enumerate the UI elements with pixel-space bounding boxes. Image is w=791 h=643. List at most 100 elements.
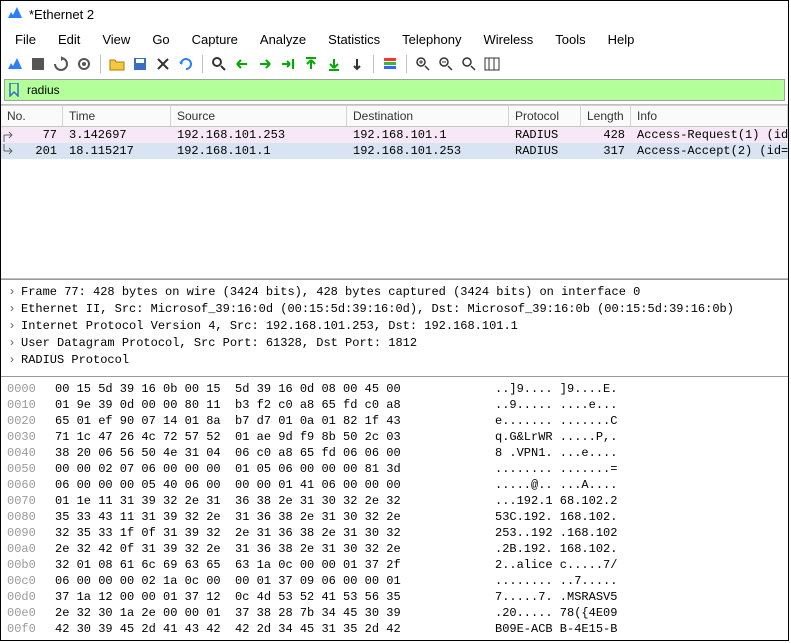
hex-ascii: e....... .......C	[485, 413, 617, 429]
menu-edit[interactable]: Edit	[48, 30, 90, 49]
packet-list-header: No. Time Source Destination Protocol Len…	[1, 105, 788, 127]
hex-row: 000000 15 5d 39 16 0b 00 15 5d 39 16 0d …	[7, 381, 782, 397]
go-first-icon[interactable]	[301, 54, 321, 74]
related-packet-icon	[1, 143, 15, 159]
column-header-source[interactable]: Source	[171, 106, 347, 126]
display-filter-input[interactable]	[23, 82, 784, 98]
hex-offset: 0030	[7, 429, 55, 445]
hex-row: 00c006 00 00 00 02 1a 0c 00 00 01 37 09 …	[7, 573, 782, 589]
menu-telephony[interactable]: Telephony	[392, 30, 471, 49]
reload-file-icon[interactable]	[176, 54, 196, 74]
zoom-out-icon[interactable]	[436, 54, 456, 74]
cell-len: 428	[581, 127, 631, 143]
hex-row: 00a02e 32 42 0f 31 39 32 2e 31 36 38 2e …	[7, 541, 782, 557]
detail-row[interactable]: › Frame 77: 428 bytes on wire (3424 bits…	[7, 284, 782, 301]
start-capture-icon[interactable]	[5, 54, 25, 74]
hex-row: 005000 00 02 07 06 00 00 00 01 05 06 00 …	[7, 461, 782, 477]
hex-ascii: B09E-ACB B-4E15-B	[485, 621, 617, 637]
menu-tools[interactable]: Tools	[545, 30, 595, 49]
save-file-icon[interactable]	[130, 54, 150, 74]
packet-details[interactable]: › Frame 77: 428 bytes on wire (3424 bits…	[1, 279, 788, 377]
cell-time: 3.142697	[63, 127, 171, 143]
capture-options-icon[interactable]	[74, 54, 94, 74]
hex-ascii: q.G&LrWR .....P,.	[485, 429, 617, 445]
hex-bytes: 2e 32 30 1a 2e 00 00 01 37 38 28 7b 34 4…	[55, 605, 485, 621]
hex-ascii: 53C.192. 168.102.	[485, 509, 617, 525]
hex-offset: 0080	[7, 509, 55, 525]
menubar: File Edit View Go Capture Analyze Statis…	[1, 27, 788, 51]
packet-row[interactable]: 201 18.115217 192.168.101.1 192.168.101.…	[1, 143, 788, 159]
hex-offset: 00b0	[7, 557, 55, 573]
hex-bytes: 2e 32 42 0f 31 39 32 2e 31 36 38 2e 31 3…	[55, 541, 485, 557]
open-file-icon[interactable]	[107, 54, 127, 74]
cell-dst: 192.168.101.1	[347, 127, 509, 143]
go-last-icon[interactable]	[324, 54, 344, 74]
colorize-icon[interactable]	[380, 54, 400, 74]
menu-statistics[interactable]: Statistics	[318, 30, 390, 49]
find-packet-icon[interactable]	[209, 54, 229, 74]
menu-file[interactable]: File	[5, 30, 46, 49]
auto-scroll-icon[interactable]	[347, 54, 367, 74]
hex-offset: 0060	[7, 477, 55, 493]
hex-bytes: 00 00 02 07 06 00 00 00 01 05 06 00 00 0…	[55, 461, 485, 477]
hex-bytes: 35 33 43 11 31 39 32 2e 31 36 38 2e 31 3…	[55, 509, 485, 525]
go-next-icon[interactable]	[255, 54, 275, 74]
menu-go[interactable]: Go	[142, 30, 179, 49]
hex-offset: 0040	[7, 445, 55, 461]
menu-analyze[interactable]: Analyze	[250, 30, 316, 49]
hex-bytes: 06 00 00 00 05 40 06 00 00 00 01 41 06 0…	[55, 477, 485, 493]
hex-bytes: 06 00 00 00 02 1a 0c 00 00 01 37 09 06 0…	[55, 573, 485, 589]
menu-help[interactable]: Help	[598, 30, 645, 49]
column-header-dest[interactable]: Destination	[347, 106, 509, 126]
cell-time: 18.115217	[63, 143, 171, 159]
hex-row: 009032 35 33 1f 0f 31 39 32 2e 31 36 38 …	[7, 525, 782, 541]
detail-text: Ethernet II, Src: Microsof_39:16:0d (00:…	[21, 301, 734, 318]
titlebar: *Ethernet 2	[1, 1, 788, 27]
stop-capture-icon[interactable]	[28, 54, 48, 74]
hex-offset: 0050	[7, 461, 55, 477]
detail-row[interactable]: › Ethernet II, Src: Microsof_39:16:0d (0…	[7, 301, 782, 318]
wireshark-icon	[7, 5, 23, 24]
go-previous-icon[interactable]	[232, 54, 252, 74]
column-header-time[interactable]: Time	[63, 106, 171, 126]
hex-ascii: 253..192 .168.102	[485, 525, 617, 541]
cell-proto: RADIUS	[509, 127, 581, 143]
go-to-packet-icon[interactable]	[278, 54, 298, 74]
hex-bytes: 00 15 5d 39 16 0b 00 15 5d 39 16 0d 08 0…	[55, 381, 485, 397]
zoom-reset-icon[interactable]	[459, 54, 479, 74]
related-packet-icon	[1, 127, 15, 143]
detail-row[interactable]: › Internet Protocol Version 4, Src: 192.…	[7, 318, 782, 335]
detail-text: Frame 77: 428 bytes on wire (3424 bits),…	[21, 284, 640, 301]
menu-capture[interactable]: Capture	[182, 30, 248, 49]
close-file-icon[interactable]	[153, 54, 173, 74]
column-header-no[interactable]: No.	[1, 106, 63, 126]
zoom-in-icon[interactable]	[413, 54, 433, 74]
restart-capture-icon[interactable]	[51, 54, 71, 74]
column-header-info[interactable]: Info	[631, 106, 788, 126]
hex-offset: 0090	[7, 525, 55, 541]
chevron-right-icon: ›	[7, 301, 17, 318]
cell-proto: RADIUS	[509, 143, 581, 159]
detail-row[interactable]: › User Datagram Protocol, Src Port: 6132…	[7, 335, 782, 352]
toolbar	[1, 51, 788, 77]
hex-ascii: ........ .......=	[485, 461, 617, 477]
packet-row[interactable]: 77 3.142697 192.168.101.253 192.168.101.…	[1, 127, 788, 143]
column-header-protocol[interactable]: Protocol	[509, 106, 581, 126]
hex-bytes: 01 9e 39 0d 00 00 80 11 b3 f2 c0 a8 65 f…	[55, 397, 485, 413]
detail-row[interactable]: › RADIUS Protocol	[7, 352, 782, 369]
chevron-right-icon: ›	[7, 335, 17, 352]
hex-ascii: .2B.192. 168.102.	[485, 541, 617, 557]
column-header-length[interactable]: Length	[581, 106, 631, 126]
window-title: *Ethernet 2	[29, 7, 94, 22]
cell-len: 317	[581, 143, 631, 159]
packet-list: No. Time Source Destination Protocol Len…	[1, 104, 788, 279]
cell-info: Access-Request(1) (id=10, l=386)	[631, 127, 788, 143]
menu-view[interactable]: View	[92, 30, 140, 49]
resize-columns-icon[interactable]	[482, 54, 502, 74]
filter-bookmark-icon[interactable]	[5, 83, 23, 97]
packet-bytes[interactable]: 000000 15 5d 39 16 0b 00 15 5d 39 16 0d …	[1, 377, 788, 640]
menu-wireless[interactable]: Wireless	[473, 30, 543, 49]
chevron-right-icon: ›	[7, 352, 17, 369]
hex-bytes: 37 1a 12 00 00 01 37 12 0c 4d 53 52 41 5…	[55, 589, 485, 605]
hex-bytes: 65 01 ef 90 07 14 01 8a b7 d7 01 0a 01 8…	[55, 413, 485, 429]
